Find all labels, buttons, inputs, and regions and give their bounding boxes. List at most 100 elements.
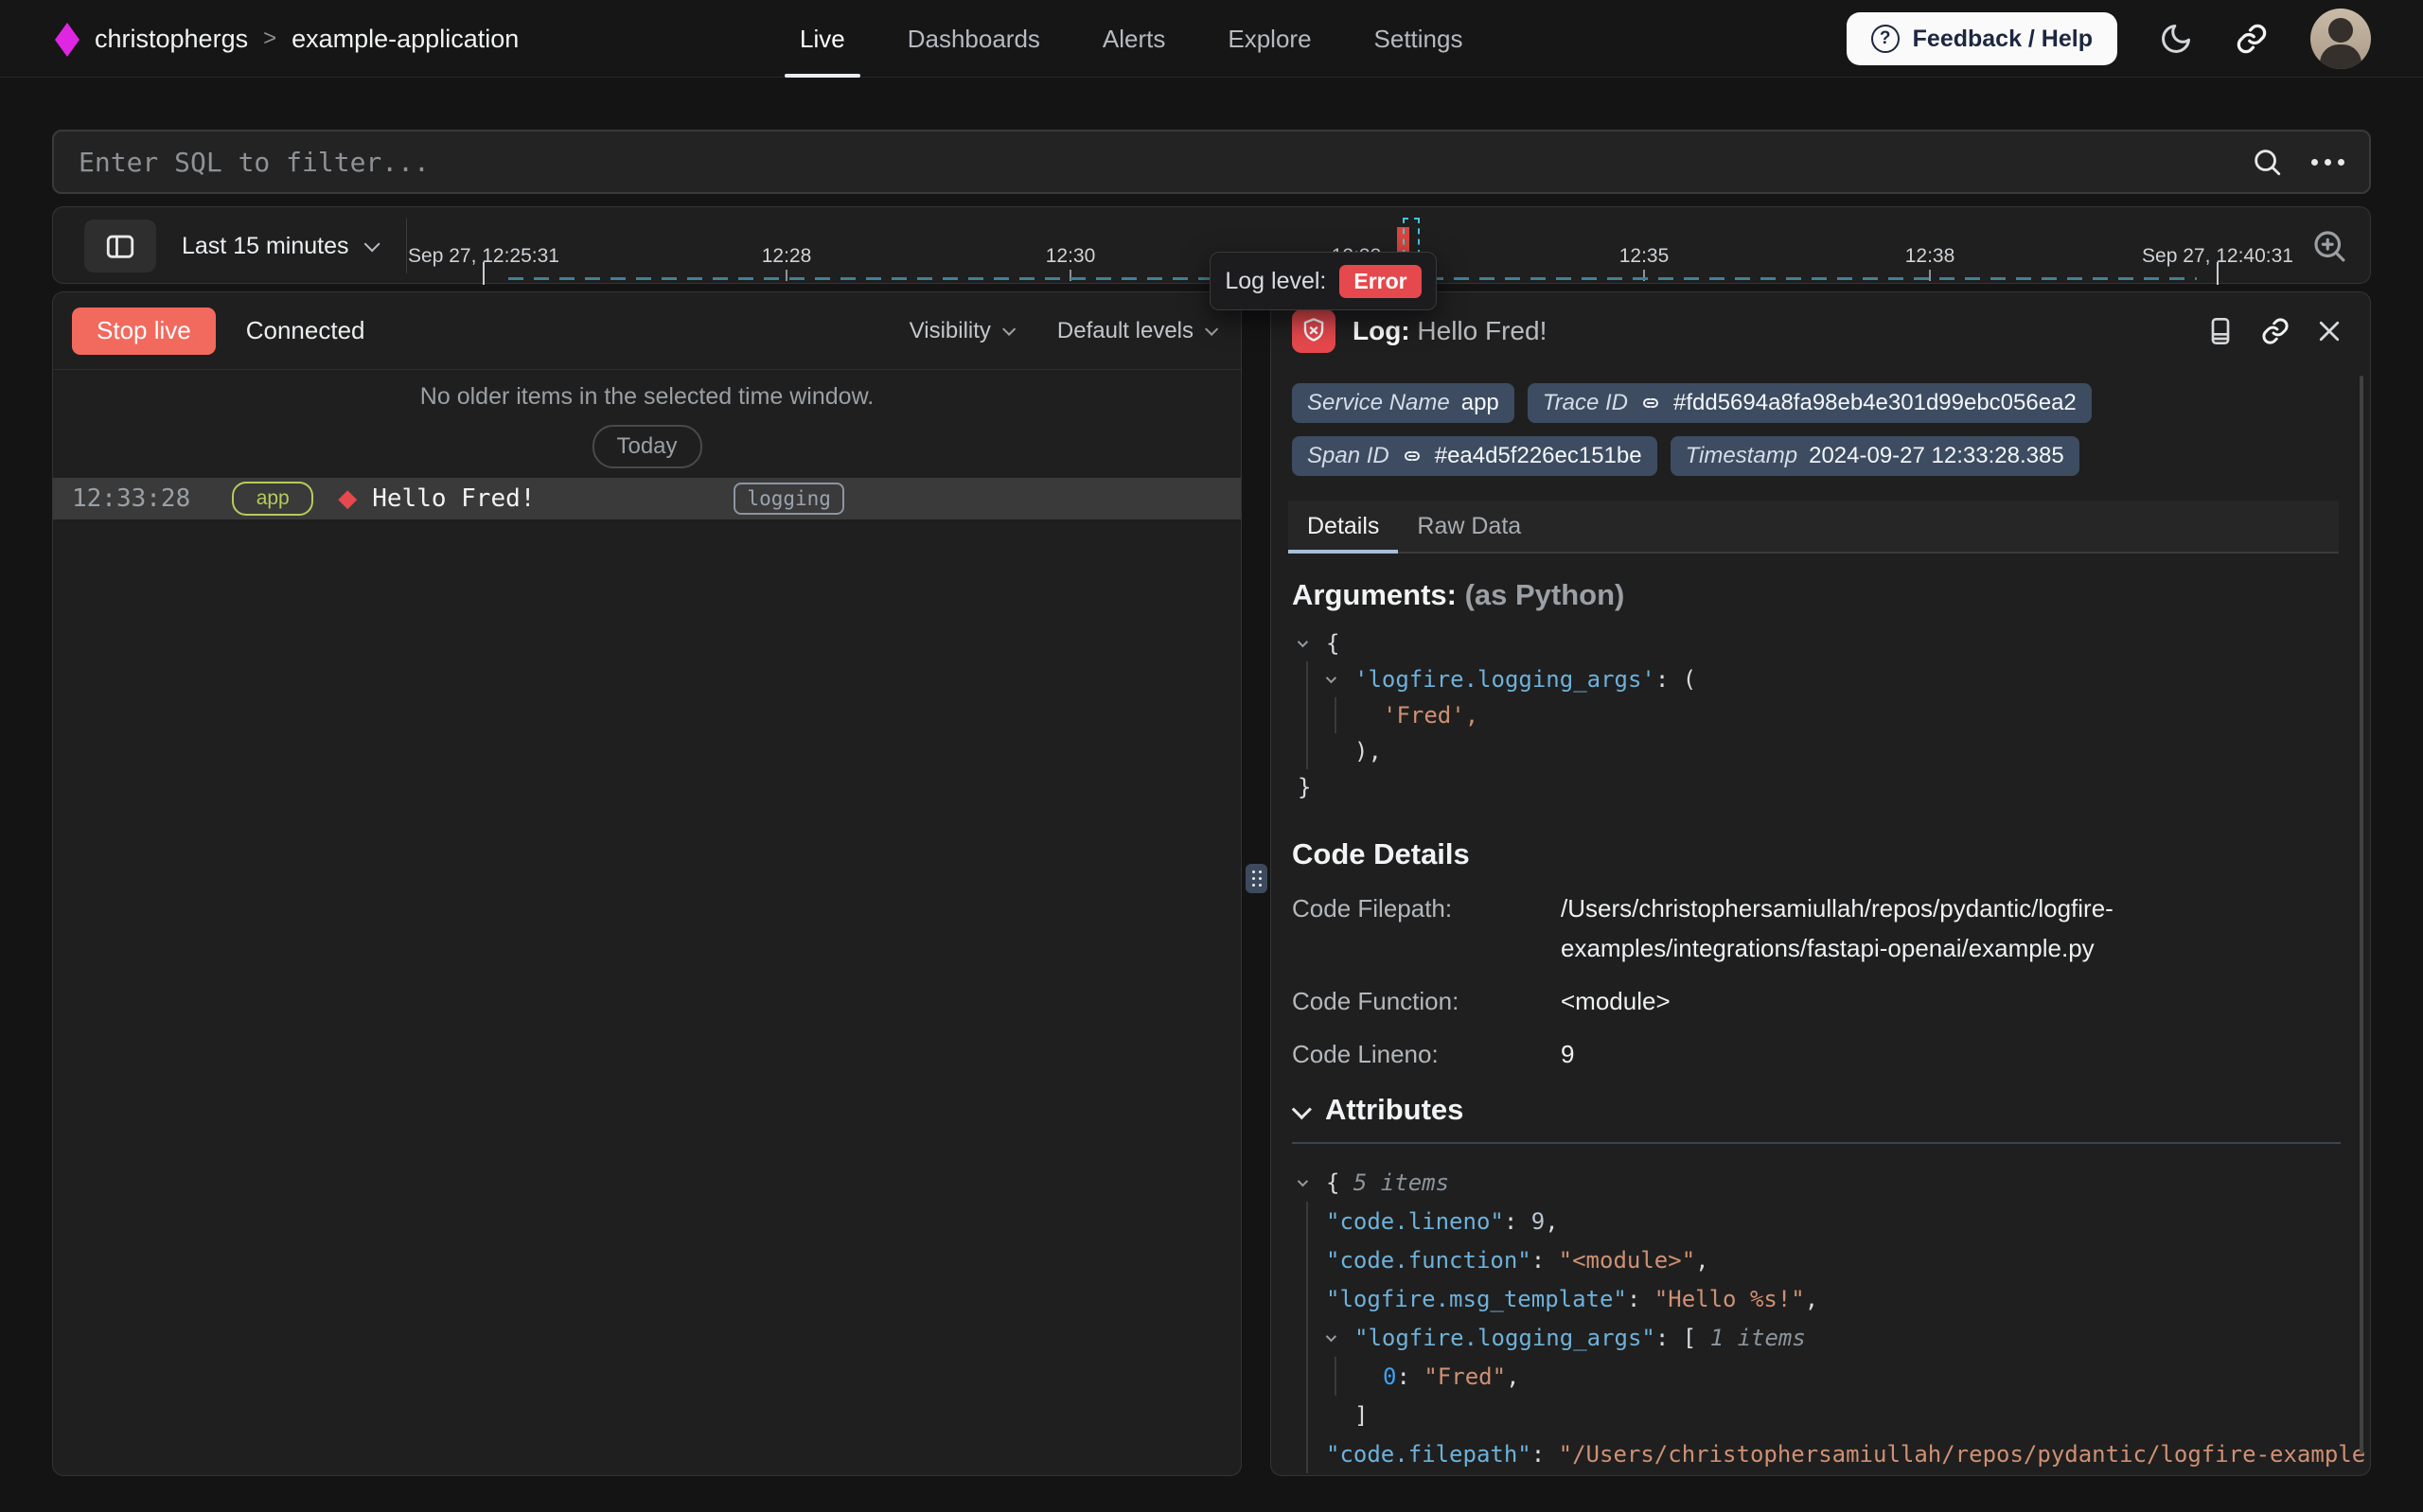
tab-raw-data[interactable]: Raw Data — [1398, 501, 1540, 552]
tree-expand-chevron-icon[interactable] — [1326, 661, 1354, 697]
service-badge: app — [232, 482, 313, 516]
share-link-icon[interactable] — [2235, 22, 2269, 56]
badge-value: 2024-09-27 12:33:28.385 — [1809, 443, 2064, 469]
link-icon[interactable] — [1401, 445, 1424, 467]
live-logs-panel: Stop live Connected Visibility Default l… — [52, 291, 1242, 1476]
breadcrumb-project[interactable]: example-application — [292, 25, 519, 54]
log-row-selected[interactable]: 12:33:28 app ◆ Hello Fred! logging — [53, 478, 1241, 519]
badge-service-name[interactable]: Service Name app — [1292, 383, 1514, 423]
code-detail-label: Code Filepath: — [1292, 888, 1561, 968]
code-line: 'Fred', — [1298, 697, 1696, 733]
feedback-help-label: Feedback / Help — [1913, 26, 2093, 53]
scrollbar[interactable] — [2360, 376, 2363, 1454]
log-timestamp: 12:33:28 — [72, 484, 190, 513]
main-nav-tabs: Live Dashboards Alerts Explore Settings — [800, 0, 1462, 78]
code-details-rows: Code Filepath:/Users/christophersamiulla… — [1292, 888, 2343, 1074]
today-button[interactable]: Today — [592, 425, 701, 468]
badge-value: app — [1461, 390, 1499, 416]
nav-right-cluster: ? Feedback / Help — [1847, 0, 2371, 78]
badge-label: Trace ID — [1543, 390, 1628, 416]
more-options-icon[interactable] — [2311, 159, 2344, 166]
code-line: "code.filepath": "/Users/christophersami… — [1298, 1434, 2365, 1473]
arguments-heading: Arguments: (as Python) — [1292, 578, 1624, 612]
close-icon[interactable] — [2315, 317, 2343, 345]
breadcrumb: christophergs > example-application — [95, 0, 519, 78]
default-levels-dropdown[interactable]: Default levels — [1057, 318, 1214, 344]
badge-label: Span ID — [1307, 443, 1389, 469]
panel-resize-handle[interactable] — [1246, 864, 1267, 893]
breadcrumb-org[interactable]: christophergs — [95, 25, 248, 54]
logfire-logo-icon[interactable] — [55, 23, 80, 57]
time-range-dropdown[interactable]: Last 15 minutes — [182, 207, 376, 285]
code-line: } — [1298, 769, 1696, 805]
code-line: ] — [1298, 1396, 2365, 1434]
code-line: 0: "Fred", — [1298, 1357, 2365, 1396]
question-circle-icon: ? — [1871, 25, 1900, 53]
nav-item-alerts[interactable]: Alerts — [1103, 0, 1165, 78]
code-detail-label: Code Lineno: — [1292, 1034, 1561, 1074]
stop-live-button[interactable]: Stop live — [72, 308, 216, 355]
time-range-label: Last 15 minutes — [182, 233, 349, 260]
code-detail-label: Code Function: — [1292, 981, 1561, 1021]
code-detail-value: /Users/christophersamiullah/repos/pydant… — [1561, 888, 2223, 968]
nav-item-explore[interactable]: Explore — [1228, 0, 1311, 78]
nav-item-settings[interactable]: Settings — [1374, 0, 1463, 78]
visibility-label: Visibility — [910, 318, 991, 344]
divider — [1292, 1142, 2341, 1144]
code-detail-value: 9 — [1561, 1034, 2223, 1074]
detail-title: Log: Hello Fred! — [1353, 316, 1547, 346]
detail-title-prefix: Log: — [1353, 316, 1410, 345]
tooltip-label: Log level: — [1225, 268, 1326, 295]
chevron-down-icon — [1002, 322, 1016, 335]
attributes-heading: Attributes — [1292, 1093, 1463, 1127]
code-detail-value: <module> — [1561, 981, 2223, 1021]
code-details-heading: Code Details — [1292, 837, 1470, 871]
empty-window-message: No older items in the selected time wind… — [53, 383, 1241, 411]
chevron-down-icon — [1205, 322, 1218, 335]
nav-item-dashboards[interactable]: Dashboards — [908, 0, 1040, 78]
attributes-json-tree: { 5 items"code.lineno": 9,"code.function… — [1292, 1163, 2365, 1473]
code-line: 'logfire.logging_args': ( — [1298, 661, 1696, 697]
sidebar-toggle-icon[interactable] — [84, 220, 156, 273]
scope-badge: logging — [734, 483, 844, 515]
top-nav: christophergs > example-application Live… — [0, 0, 2423, 78]
badge-span-id[interactable]: Span ID#ea4d5f226ec151be — [1292, 436, 1657, 476]
copy-link-icon[interactable] — [2260, 316, 2290, 346]
log-detail-panel: Log: Hello Fred! — [1270, 291, 2371, 1476]
panel-layout-icon[interactable] — [2205, 316, 2236, 346]
user-avatar[interactable] — [2310, 9, 2371, 69]
error-shield-icon — [1292, 309, 1335, 353]
default-levels-label: Default levels — [1057, 318, 1194, 344]
log-level-tooltip: Log level: Error — [1210, 252, 1437, 310]
divider — [406, 219, 407, 273]
error-level-badge: Error — [1339, 265, 1421, 298]
code-line: "logfire.msg_template": "Hello %s!", — [1298, 1279, 2365, 1318]
badge-label: Service Name — [1307, 390, 1450, 416]
tree-expand-chevron-icon[interactable] — [1326, 1318, 1354, 1357]
connection-status: Connected — [246, 316, 365, 345]
search-icon[interactable] — [2251, 146, 2283, 178]
collapse-chevron-icon[interactable] — [1292, 1099, 1312, 1119]
badge-label: Timestamp — [1686, 443, 1797, 469]
visibility-dropdown[interactable]: Visibility — [910, 318, 1012, 344]
sql-filter-bar — [52, 130, 2371, 194]
tree-expand-chevron-icon[interactable] — [1298, 625, 1326, 661]
nav-item-live[interactable]: Live — [800, 0, 845, 78]
tab-details[interactable]: Details — [1288, 501, 1398, 552]
tree-expand-chevron-icon[interactable] — [1298, 1163, 1326, 1202]
timeline-selection-box — [1403, 218, 1420, 255]
zoom-in-icon[interactable] — [2309, 226, 2349, 266]
badge-value: #fdd5694a8fa98eb4e301d99ebc056ea2 — [1673, 390, 2077, 416]
badge-timestamp[interactable]: Timestamp 2024-09-27 12:33:28.385 — [1671, 436, 2079, 476]
badge-trace-id[interactable]: Trace ID #fdd5694a8fa98eb4e301d99ebc056ea… — [1528, 383, 2092, 423]
code-line: { — [1298, 625, 1696, 661]
breadcrumb-separator: > — [263, 26, 276, 52]
log-message: Hello Fred! — [372, 484, 535, 513]
theme-toggle-moon-icon[interactable] — [2159, 22, 2193, 56]
link-icon[interactable] — [1639, 392, 1662, 414]
detail-title-text: Hello Fred! — [1417, 316, 1547, 345]
code-line: "code.lineno": 9, — [1298, 1202, 2365, 1240]
logfire-app: christophergs > example-application Live… — [0, 0, 2423, 1512]
feedback-help-button[interactable]: ? Feedback / Help — [1847, 12, 2117, 65]
sql-filter-input[interactable] — [54, 147, 2251, 178]
